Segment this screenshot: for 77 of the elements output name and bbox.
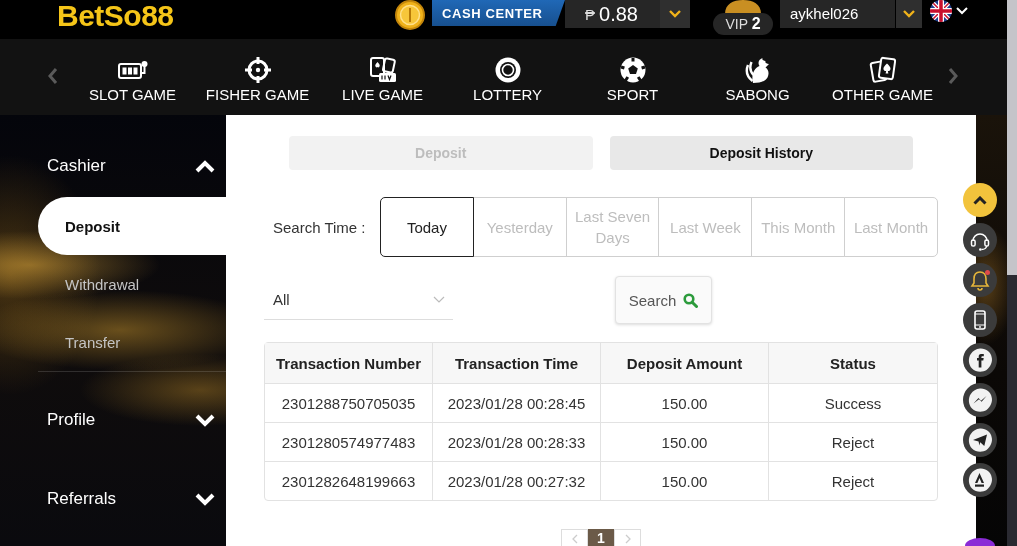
- playing-cards-icon: [868, 56, 897, 84]
- game-nav-item[interactable]: LOTTERY: [445, 39, 570, 104]
- splash-logo-icon: [967, 467, 993, 493]
- time-range-option[interactable]: Today: [380, 197, 474, 257]
- table-header-cell: Transaction Time: [433, 343, 601, 383]
- coin-icon: [395, 0, 425, 30]
- cash-center-button[interactable]: CASH CENTER: [432, 0, 565, 26]
- page-button[interactable]: 1: [588, 529, 614, 546]
- balance-menu-button[interactable]: [660, 0, 690, 28]
- chevron-down-icon: [956, 7, 968, 15]
- game-nav-item[interactable]: SABONG: [695, 39, 820, 104]
- chat-bolt-icon: [967, 387, 993, 413]
- site-logo[interactable]: BetSo88: [57, 0, 174, 32]
- notification-button[interactable]: [963, 263, 997, 297]
- chevron-left-icon: [571, 533, 578, 544]
- game-nav-item[interactable]: LIVE GAME: [320, 39, 445, 104]
- live-cards-icon: [368, 56, 397, 84]
- table-cell: Success: [769, 383, 937, 422]
- table-header-cell: Deposit Amount: [601, 343, 769, 383]
- search-button[interactable]: Search: [615, 276, 712, 324]
- table-cell: Reject: [769, 461, 937, 500]
- table-cell: 2023/01/28 00:28:33: [433, 422, 601, 461]
- sidebar-item[interactable]: Deposit: [38, 197, 226, 255]
- paper-plane-icon: [967, 427, 993, 453]
- chevron-down-icon: [433, 296, 445, 303]
- table-cell: 2301288750705035: [265, 383, 433, 422]
- chevron-down-icon: [903, 10, 915, 18]
- chevron-right-icon: [624, 533, 631, 544]
- support-button[interactable]: [963, 223, 997, 257]
- currency-symbol: ₱: [585, 5, 595, 23]
- table-cell: 2023/01/28 00:27:32: [433, 461, 601, 500]
- game-nav-item[interactable]: OTHER GAME: [820, 39, 945, 104]
- scroll-top-button[interactable]: [963, 183, 997, 217]
- social-button[interactable]: [963, 463, 997, 497]
- sidebar-group-header[interactable]: Cashier: [0, 135, 226, 197]
- sidebar-item[interactable]: Withdrawal: [38, 255, 226, 313]
- game-nav-item[interactable]: SLOT GAME: [70, 39, 195, 104]
- balance-amount: 0.88: [599, 2, 638, 26]
- language-button[interactable]: [930, 0, 968, 22]
- user-menu-button[interactable]: [896, 0, 922, 28]
- table-header-cell: Status: [769, 343, 937, 383]
- table-header-cell: Transaction Number: [265, 343, 433, 383]
- table-cell: 150.00: [601, 461, 769, 500]
- table-cell: 2023/01/28 00:28:45: [433, 383, 601, 422]
- chevron-right-icon: [948, 67, 958, 85]
- game-nav-item[interactable]: FISHER GAME: [195, 39, 320, 104]
- f-badge-icon: [967, 347, 993, 373]
- floating-action-button[interactable]: [965, 538, 995, 546]
- soccer-ball-icon: [618, 56, 647, 84]
- chevron-left-icon: [48, 67, 58, 85]
- bell-icon: [969, 269, 991, 291]
- rooster-icon: [743, 56, 772, 84]
- search-icon: [683, 292, 699, 308]
- lottery-ball-icon: [493, 56, 522, 84]
- table-cell: 2301280574977483: [265, 422, 433, 461]
- flag-icon: [930, 0, 952, 22]
- table-cell: 2301282648199663: [265, 461, 433, 500]
- scrollbar-thumb[interactable]: [1007, 0, 1017, 275]
- cashier-tab[interactable]: Deposit History: [609, 136, 913, 170]
- game-nav-item[interactable]: SPORT: [570, 39, 695, 104]
- sidebar-item[interactable]: Transfer: [38, 313, 226, 371]
- vip-badge: VIP 2: [713, 13, 773, 35]
- sidebar-group-header[interactable]: Profile: [0, 389, 226, 451]
- chevron-down-icon: [669, 10, 681, 18]
- scrollbar[interactable]: [1007, 0, 1017, 546]
- crosshair-icon: [243, 56, 272, 84]
- sidebar-group-header[interactable]: Referrals: [0, 468, 226, 530]
- table-cell: 150.00: [601, 422, 769, 461]
- table-cell: 150.00: [601, 383, 769, 422]
- social-button[interactable]: [963, 423, 997, 457]
- social-button[interactable]: [963, 383, 997, 417]
- chevron-up-icon: [973, 195, 987, 205]
- username: aykhel026: [780, 0, 895, 28]
- social-button[interactable]: [963, 343, 997, 377]
- table-cell: Reject: [769, 422, 937, 461]
- mobile-app-button[interactable]: [963, 303, 997, 337]
- search-time-label: Search Time :: [272, 218, 367, 236]
